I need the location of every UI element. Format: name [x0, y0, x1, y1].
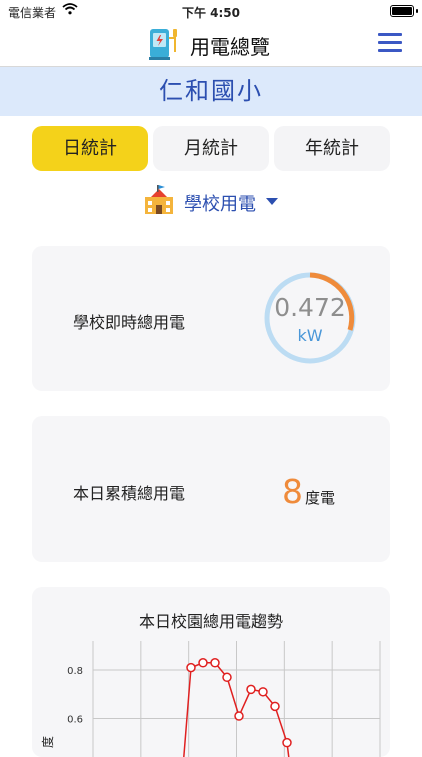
status-time: 下午 4:50 [181, 6, 241, 20]
data-point [210, 658, 220, 668]
status-bar: 電信業者 下午 4:50 [0, 0, 422, 22]
battery-icon [390, 5, 414, 17]
data-point [186, 662, 196, 673]
data-point [246, 684, 256, 695]
school-name-banner: 仁和國小 [0, 67, 422, 116]
y-tick-label: 0.6 [67, 714, 83, 725]
ev-charger-icon [147, 26, 183, 62]
data-point [222, 672, 232, 683]
chevron-down-icon [266, 198, 278, 205]
tab-daily[interactable]: 日統計 [32, 126, 148, 171]
daily-total-card: 本日累積總用電 8 度電 [32, 416, 390, 562]
daily-total-value: 8 [282, 472, 303, 511]
usage-type-label: 學校用電 [184, 194, 256, 215]
tab-yearly[interactable]: 年統計 [274, 126, 390, 171]
nav-bar: 用電總覽 [0, 22, 422, 67]
daily-total-label: 本日累積總用電 [73, 484, 186, 503]
y-axis-label: 度 [40, 736, 55, 748]
data-point [198, 658, 208, 668]
school-building-icon [142, 183, 176, 221]
realtime-power-card: 學校即時總用電 0.472 kW [32, 246, 390, 391]
hamburger-menu-icon[interactable] [378, 33, 402, 53]
page-title: 用電總覽 [190, 35, 270, 59]
daily-total-unit: 度電 [305, 489, 336, 507]
data-point [270, 701, 280, 712]
data-point [282, 737, 292, 748]
trend-chart: 0.8 0.6 度 [40, 641, 381, 757]
realtime-unit: kW [297, 326, 323, 345]
realtime-value: 0.472 [274, 293, 346, 322]
data-point [258, 687, 268, 697]
realtime-label: 學校即時總用電 [73, 313, 186, 332]
y-tick-label: 0.8 [67, 666, 83, 677]
trend-chart-card: 本日校園總用電趨勢 0.8 0.6 度 [32, 587, 390, 757]
tab-monthly[interactable]: 月統計 [153, 126, 269, 171]
data-point [234, 711, 244, 721]
battery-tip [416, 9, 418, 13]
